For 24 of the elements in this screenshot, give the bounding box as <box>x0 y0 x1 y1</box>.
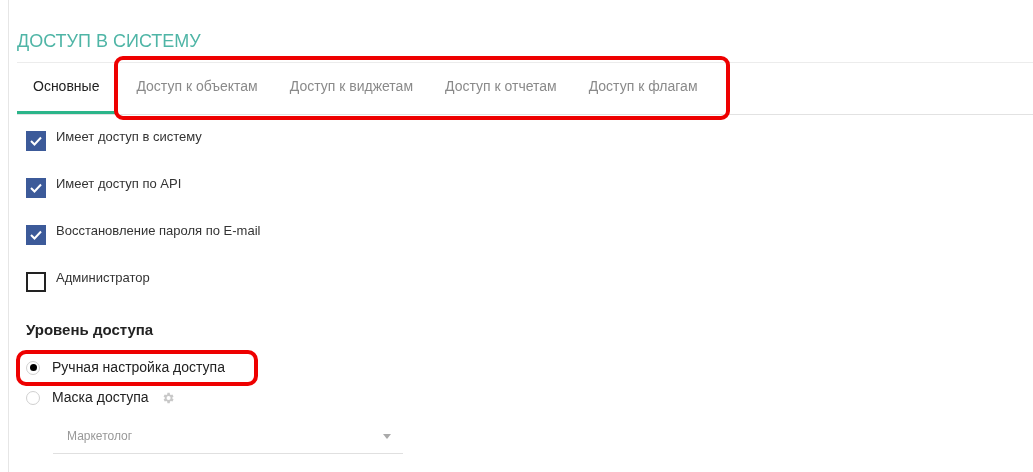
section-heading: Уровень доступа <box>26 320 154 340</box>
checkmark-icon <box>30 136 42 146</box>
tab[interactable]: Доступ к объектам <box>120 62 274 114</box>
checkbox[interactable] <box>26 272 46 292</box>
radio-button[interactable] <box>26 390 40 405</box>
tab[interactable]: Доступ к отчетам <box>429 62 573 114</box>
radio-label: Ручная настройка доступа <box>52 358 225 377</box>
tab[interactable]: Доступ к флагам <box>572 62 714 114</box>
radio-button[interactable] <box>26 360 40 375</box>
tab[interactable]: Основные <box>17 62 116 114</box>
checkbox[interactable] <box>26 131 46 151</box>
checkmark-icon <box>30 230 42 240</box>
caret-icon <box>383 433 391 439</box>
checkmark-icon <box>30 183 42 193</box>
radio-label: Маска доступа <box>52 388 149 407</box>
checkbox-label: Имеет доступ в систему <box>56 128 202 146</box>
checkbox-label: Администратор <box>56 269 150 287</box>
mask-select[interactable]: Маркетолог <box>53 419 403 454</box>
section-title: ДОСТУП В СИСТЕМУ <box>17 30 201 52</box>
checkbox-label: Имеет доступ по API <box>56 175 182 193</box>
checkbox[interactable] <box>26 178 46 198</box>
checkbox[interactable] <box>26 225 46 245</box>
checkbox-label: Восстановление пароля по E-mail <box>56 222 261 240</box>
tab[interactable]: Доступ к виджетам <box>273 62 429 114</box>
